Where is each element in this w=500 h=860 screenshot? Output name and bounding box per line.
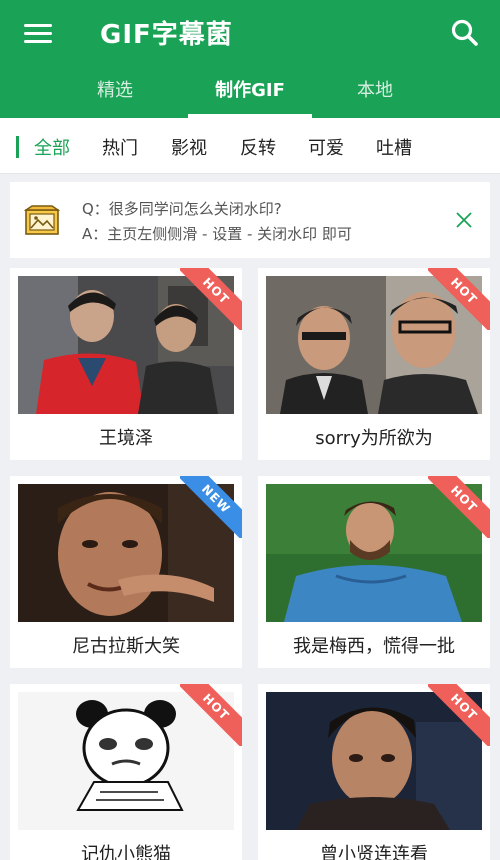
- gif-card[interactable]: HOT sorry为所欲为: [258, 268, 490, 460]
- hot-badge: HOT: [428, 684, 490, 746]
- tab-featured[interactable]: 精选: [70, 66, 160, 118]
- gif-card-title: 记仇小熊猫: [81, 844, 171, 860]
- tip-question: Q：很多同学问怎么关闭水印?: [82, 200, 282, 218]
- category-twist[interactable]: 反转: [240, 134, 276, 160]
- gif-card[interactable]: HOT 曾小贤连连看: [258, 684, 490, 860]
- category-cute[interactable]: 可爱: [308, 134, 344, 160]
- hot-badge: HOT: [180, 268, 242, 330]
- hot-badge: HOT: [428, 268, 490, 330]
- gif-card[interactable]: HOT 我是梅西，慌得一批: [258, 476, 490, 668]
- image-icon: [23, 202, 61, 236]
- gif-card-title: sorry为所欲为: [315, 428, 433, 449]
- gif-card-title: 尼古拉斯大笑: [72, 636, 180, 657]
- gif-card-title: 王境泽: [99, 428, 153, 449]
- watermark-tip-card: Q：很多同学问怎么关闭水印? A：主页左侧侧滑 - 设置 - 关闭水印 即可: [10, 182, 490, 258]
- top-tabs: 精选 制作GIF 本地: [0, 66, 500, 118]
- app-bar: GIF字幕菌 精选 制作GIF 本地: [0, 0, 500, 118]
- gif-card-title: 曾小贤连连看: [320, 844, 428, 860]
- tab-local[interactable]: 本地: [330, 66, 420, 118]
- gif-card[interactable]: HOT 记仇小熊猫: [10, 684, 242, 860]
- search-icon[interactable]: [450, 18, 480, 48]
- gif-card[interactable]: HOT 王境泽: [10, 268, 242, 460]
- new-badge: NEW: [180, 476, 242, 538]
- tab-make-gif[interactable]: 制作GIF: [188, 66, 312, 118]
- category-hot[interactable]: 热门: [102, 134, 138, 160]
- tip-answer: A：主页左侧侧滑 - 设置 - 关闭水印 即可: [82, 225, 352, 243]
- close-icon[interactable]: [454, 210, 474, 230]
- category-all[interactable]: 全部: [34, 134, 70, 160]
- category-roast[interactable]: 吐槽: [376, 134, 412, 160]
- category-active-indicator: [16, 136, 19, 158]
- app-title: GIF字幕菌: [100, 20, 233, 50]
- category-film[interactable]: 影视: [171, 134, 207, 160]
- category-bar: 全部 热门 影视 反转 可爱 吐槽: [0, 118, 500, 174]
- menu-icon[interactable]: [22, 20, 56, 48]
- gif-card-title: 我是梅西，慌得一批: [293, 636, 455, 657]
- hot-badge: HOT: [428, 476, 490, 538]
- gif-card[interactable]: NEW 尼古拉斯大笑: [10, 476, 242, 668]
- hot-badge: HOT: [180, 684, 242, 746]
